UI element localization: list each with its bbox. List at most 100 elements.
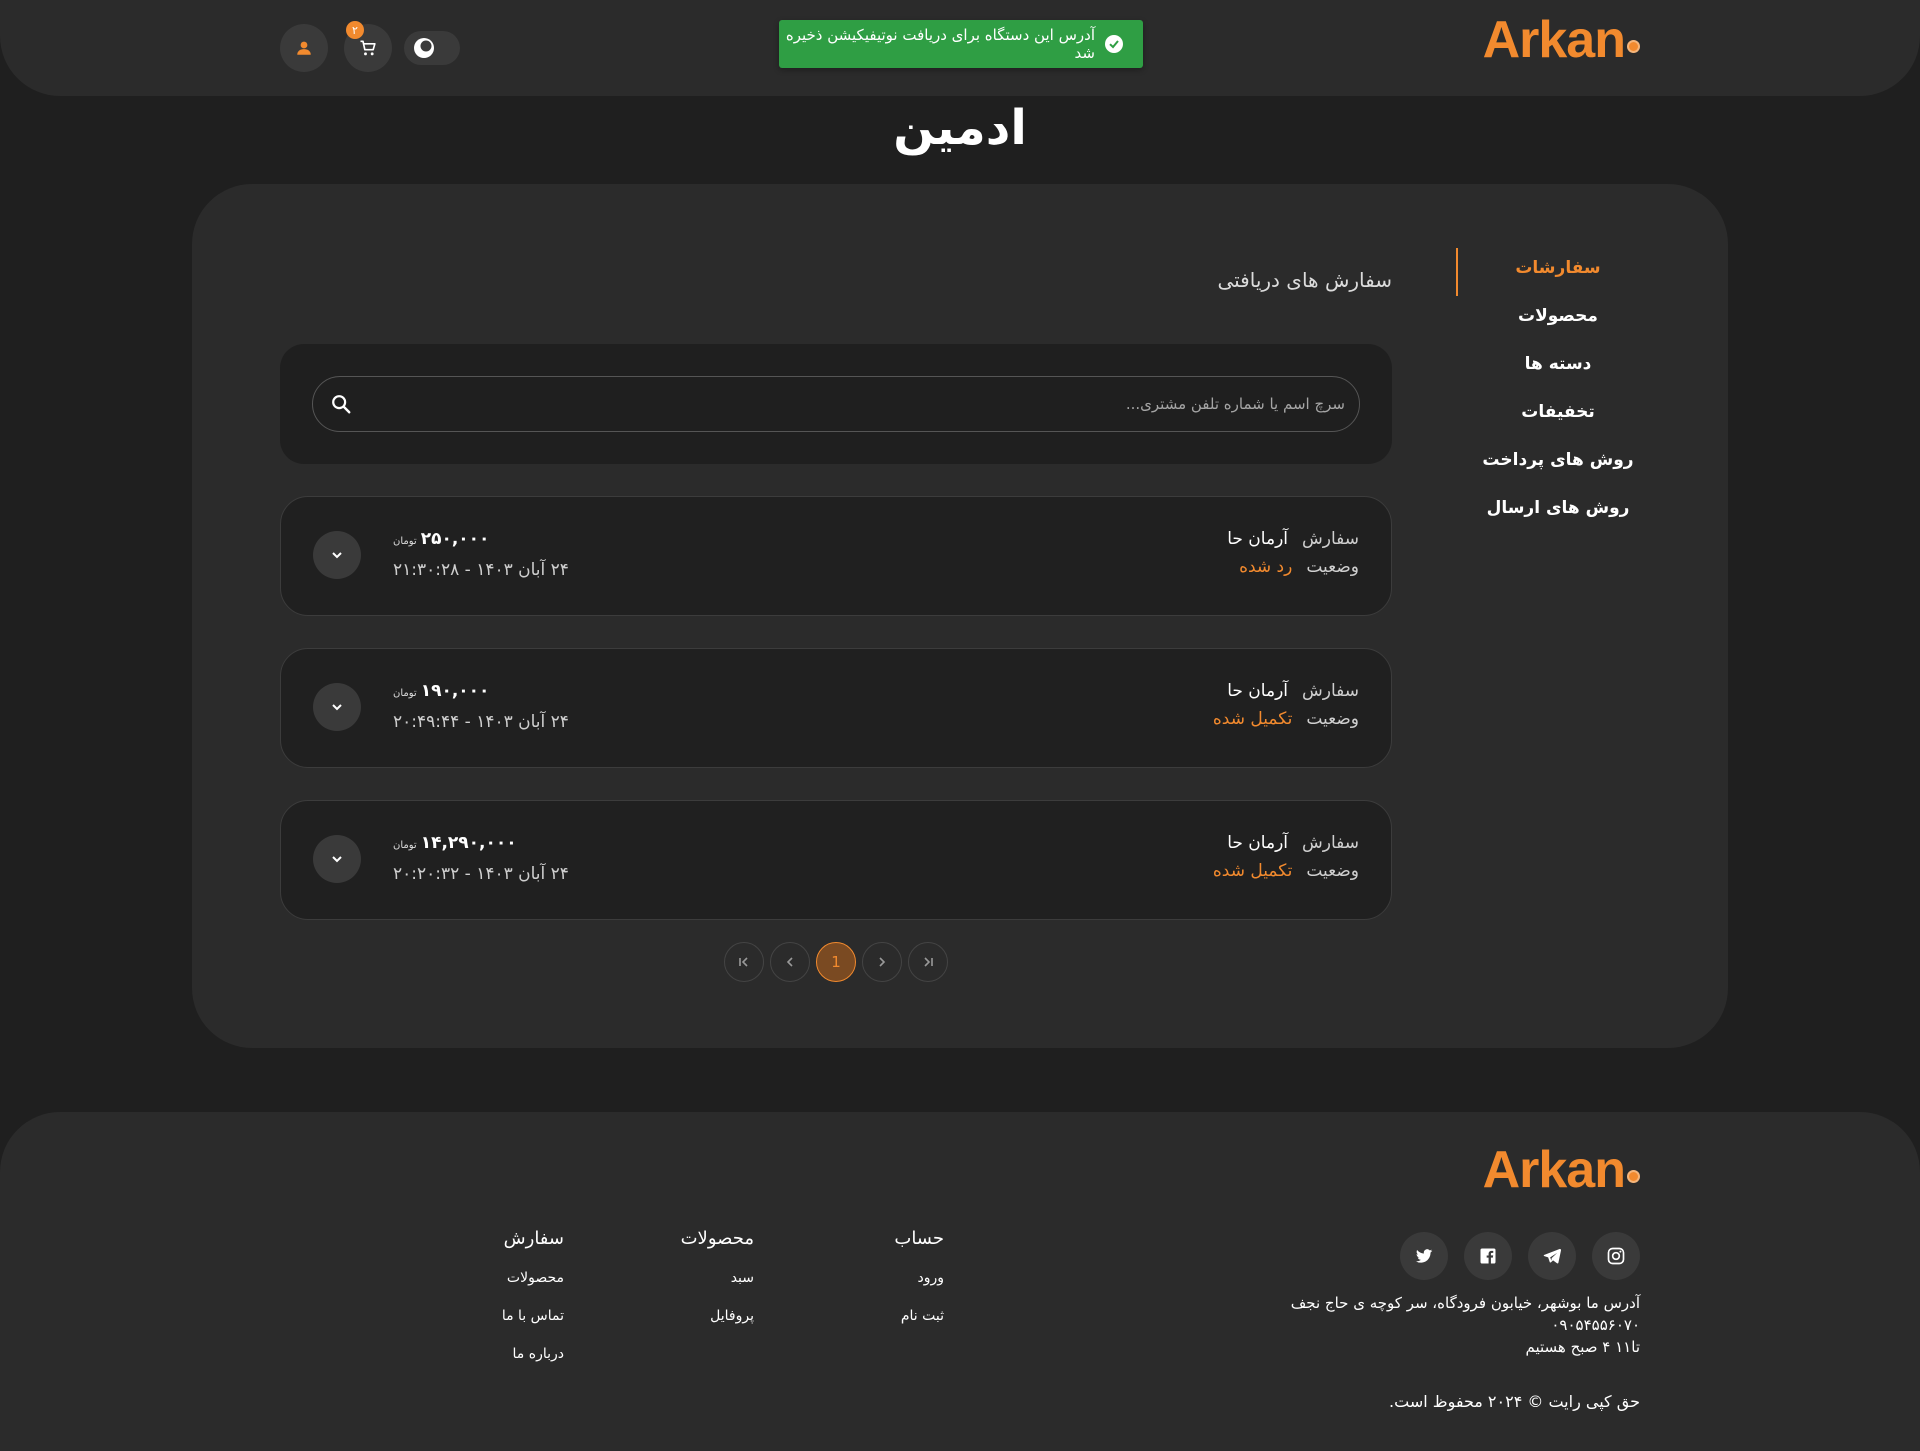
order-date: ۲۴ آبان ۱۴۰۳ - ۲۰:۴۹:۴۴ xyxy=(393,712,569,732)
last-page-icon xyxy=(924,957,933,967)
footer-link-profile[interactable]: پروفایل xyxy=(681,1297,754,1335)
admin-sidebar: سفارشات محصولات دسته ها تخفیفات روش های … xyxy=(1448,244,1668,532)
order-customer: آرمان حا xyxy=(1227,529,1288,549)
twitter-icon xyxy=(1415,1249,1433,1263)
logo-dot xyxy=(1627,1170,1640,1183)
footer-logo-text: Arkan xyxy=(1482,1141,1626,1199)
telegram-icon xyxy=(1543,1248,1562,1264)
first-page-button[interactable] xyxy=(724,942,764,982)
instagram-icon xyxy=(1607,1247,1625,1265)
order-label: سفارش xyxy=(1302,833,1359,853)
check-icon xyxy=(1105,35,1123,53)
cart-button[interactable]: ۲ xyxy=(344,21,392,72)
order-card: سفارش آرمان حا وضعیت رد شده ۲۵۰,۰۰۰ توما… xyxy=(280,496,1392,616)
footer-link-contact[interactable]: تماس با ما xyxy=(502,1297,564,1335)
moon-icon xyxy=(414,38,434,58)
chevron-down-icon xyxy=(332,552,342,559)
phone-text: ۰۹۰۵۴۵۵۶۰۷۰ xyxy=(1551,1316,1640,1334)
search-box xyxy=(280,344,1392,464)
sidebar-divider xyxy=(1456,248,1458,296)
toast-message: آدرس این دستگاه برای دریافت نوتیفیکیشن ذ… xyxy=(785,26,1095,62)
admin-panel: سفارشات محصولات دسته ها تخفیفات روش های … xyxy=(192,184,1728,1048)
facebook-button[interactable] xyxy=(1464,1232,1512,1280)
status-label: وضعیت xyxy=(1306,709,1359,729)
order-price: ۱۹۰,۰۰۰ تومان xyxy=(393,677,569,708)
footer-column-title: حساب xyxy=(894,1228,944,1249)
order-customer: آرمان حا xyxy=(1227,681,1288,701)
sidebar-item-categories[interactable]: دسته ها xyxy=(1448,340,1668,388)
footer-link-about[interactable]: درباره ما xyxy=(502,1335,564,1373)
status-label: وضعیت xyxy=(1306,861,1359,881)
address-text: آدرس ما بوشهر، خیابون فرودگاه، سر کوچه ی… xyxy=(1290,1294,1640,1312)
theme-toggle[interactable] xyxy=(404,31,460,65)
next-page-button[interactable] xyxy=(862,942,902,982)
order-status: تکمیل شده xyxy=(1212,861,1293,881)
header: Arkan آدرس این دستگاه برای دریافت نوتیفی… xyxy=(0,0,1920,96)
order-date: ۲۴ آبان ۱۴۰۳ - ۲۱:۳۰:۲۸ xyxy=(393,560,569,580)
copyright: حق کپی رایت © ۲۰۲۴ محفوظ است. xyxy=(1389,1392,1640,1411)
search-input[interactable] xyxy=(369,377,1359,431)
footer-column-account: حساب ورود ثبت نام xyxy=(894,1228,944,1335)
page-title: ادمین xyxy=(893,100,1027,156)
first-page-icon xyxy=(739,957,748,967)
order-price: ۲۵۰,۰۰۰ تومان xyxy=(393,525,569,556)
sidebar-item-discounts[interactable]: تخفیفات xyxy=(1448,388,1668,436)
footer-column-products: محصولات سبد پروفایل xyxy=(681,1228,754,1335)
user-button[interactable] xyxy=(280,24,328,72)
expand-order-button[interactable] xyxy=(313,531,361,579)
notification-toast: آدرس این دستگاه برای دریافت نوتیفیکیشن ذ… xyxy=(779,20,1143,68)
chevron-down-icon xyxy=(332,856,342,863)
search-field xyxy=(312,376,1360,432)
expand-order-button[interactable] xyxy=(313,835,361,883)
sidebar-item-payment-methods[interactable]: روش های پرداخت xyxy=(1448,436,1668,484)
user-icon xyxy=(297,41,311,55)
status-label: وضعیت xyxy=(1306,557,1359,577)
cart-icon xyxy=(360,40,376,56)
order-info: سفارش آرمان حا وضعیت رد شده xyxy=(1227,525,1359,581)
footer-link-products[interactable]: محصولات xyxy=(502,1259,564,1297)
footer-link-register[interactable]: ثبت نام xyxy=(894,1297,944,1335)
order-label: سفارش xyxy=(1302,681,1359,701)
sidebar-item-products[interactable]: محصولات xyxy=(1448,292,1668,340)
pagination: 1 xyxy=(724,942,948,982)
logo[interactable]: Arkan xyxy=(1483,10,1640,70)
order-meta: ۱۴,۲۹۰,۰۰۰ تومان ۲۴ آبان ۱۴۰۳ - ۲۰:۲۰:۳۲ xyxy=(393,829,569,888)
currency-label: تومان xyxy=(393,536,417,547)
chevron-down-icon xyxy=(332,704,342,711)
cart-count-badge: ۲ xyxy=(346,21,364,39)
section-title: سفارش های دریافتی xyxy=(1217,268,1392,292)
order-date: ۲۴ آبان ۱۴۰۳ - ۲۰:۲۰:۳۲ xyxy=(393,864,569,884)
order-card: سفارش آرمان حا وضعیت تکمیل شده ۱۹۰,۰۰۰ ت… xyxy=(280,648,1392,768)
instagram-button[interactable] xyxy=(1592,1232,1640,1280)
sidebar-item-shipping-methods[interactable]: روش های ارسال xyxy=(1448,484,1668,532)
footer-link-cart[interactable]: سبد xyxy=(681,1259,754,1297)
footer: Arkan آدرس ما بوشهر، خیابون فرودگاه، سر … xyxy=(0,1112,1920,1451)
twitter-button[interactable] xyxy=(1400,1232,1448,1280)
chevron-right-icon xyxy=(879,957,886,967)
footer-column-title: سفارش xyxy=(503,1228,564,1249)
footer-link-login[interactable]: ورود xyxy=(894,1259,944,1297)
footer-logo[interactable]: Arkan xyxy=(1483,1140,1640,1200)
facebook-icon xyxy=(1480,1248,1496,1264)
currency-label: تومان xyxy=(393,688,417,699)
order-price: ۱۴,۲۹۰,۰۰۰ تومان xyxy=(393,829,569,860)
footer-column-orders: سفارش محصولات تماس با ما درباره ما xyxy=(502,1228,564,1373)
order-meta: ۲۵۰,۰۰۰ تومان ۲۴ آبان ۱۴۰۳ - ۲۱:۳۰:۲۸ xyxy=(393,525,569,584)
footer-column-title: محصولات xyxy=(680,1228,754,1249)
page-button-current[interactable]: 1 xyxy=(816,942,856,982)
logo-text: Arkan xyxy=(1482,11,1626,69)
price-value: ۲۵۰,۰۰۰ xyxy=(420,529,490,549)
order-label: سفارش xyxy=(1302,529,1359,549)
prev-page-button[interactable] xyxy=(770,942,810,982)
telegram-button[interactable] xyxy=(1528,1232,1576,1280)
last-page-button[interactable] xyxy=(908,942,948,982)
price-value: ۱۴,۲۹۰,۰۰۰ xyxy=(420,833,517,853)
expand-order-button[interactable] xyxy=(313,683,361,731)
price-value: ۱۹۰,۰۰۰ xyxy=(420,681,490,701)
currency-label: تومان xyxy=(393,840,417,851)
order-customer: آرمان حا xyxy=(1227,833,1288,853)
search-icon[interactable] xyxy=(313,376,369,432)
hours-text: تا۱۱ ۴ صبح هستیم xyxy=(1525,1338,1640,1356)
sidebar-item-orders[interactable]: سفارشات xyxy=(1448,244,1668,292)
order-status: تکمیل شده xyxy=(1212,709,1293,729)
